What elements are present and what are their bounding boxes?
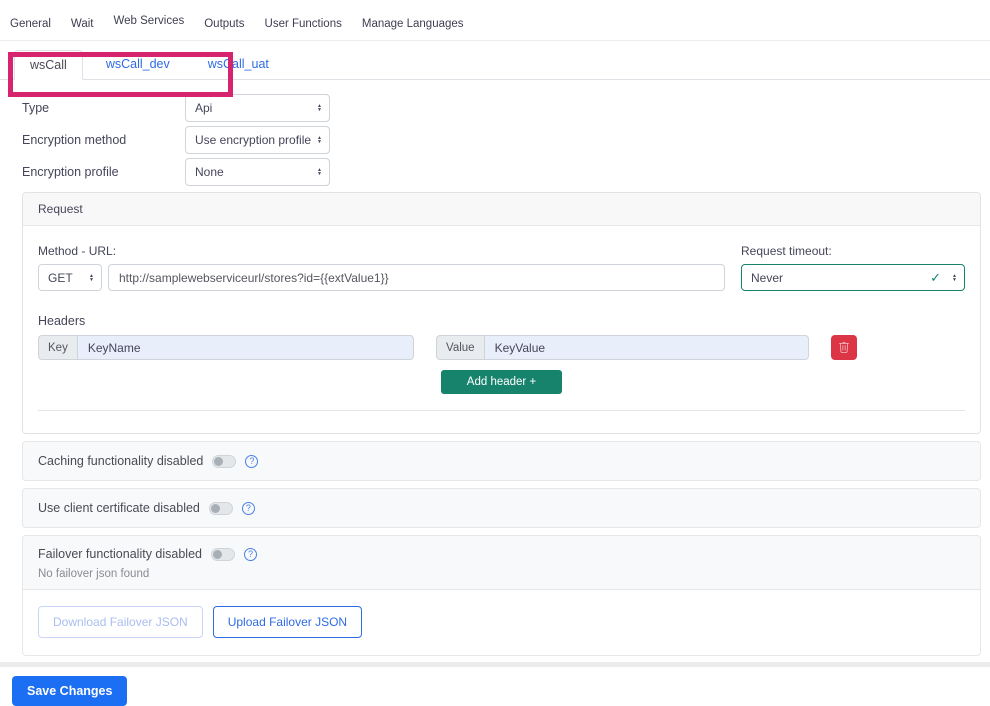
help-icon[interactable]: ?	[242, 502, 255, 515]
encryption-profile-label: Encryption profile	[22, 165, 185, 179]
tab-wscall-uat[interactable]: wsCall_uat	[193, 50, 284, 80]
method-url-row: GET ▲▼ Never ✓ ▲▼	[38, 264, 965, 291]
request-panel: Request Method - URL: Request timeout: G…	[22, 192, 981, 434]
request-timeout-select[interactable]: Never ✓ ▲▼	[741, 264, 965, 291]
header-row: Key Value	[38, 335, 965, 360]
help-icon[interactable]: ?	[245, 455, 258, 468]
header-key-input[interactable]	[77, 335, 414, 360]
encryption-method-select[interactable]: Use encryption profile ▲▼	[185, 126, 330, 154]
checkmark-icon: ✓	[930, 270, 941, 286]
type-select-value: Api	[195, 101, 313, 115]
add-header-button[interactable]: Add header +	[441, 370, 562, 394]
method-select[interactable]: GET ▲▼	[38, 264, 102, 291]
request-timeout-select-value: Never	[751, 271, 930, 285]
headers-section-label: Headers	[38, 314, 965, 328]
request-timeout-label: Request timeout:	[741, 244, 965, 258]
nav-item-outputs[interactable]: Outputs	[204, 18, 244, 40]
top-navigation: General Wait Web Services Outputs User F…	[0, 0, 990, 41]
header-value-group: Value	[436, 335, 809, 360]
help-icon[interactable]: ?	[244, 548, 257, 561]
encryption-profile-select-value: None	[195, 165, 313, 179]
caching-toggle[interactable]	[212, 455, 236, 468]
failover-status-text: No failover json found	[38, 568, 965, 580]
nav-item-manage-languages[interactable]: Manage Languages	[362, 18, 464, 40]
encryption-profile-select[interactable]: None ▲▼	[185, 158, 330, 186]
header-value-input[interactable]	[484, 335, 809, 360]
failover-label: Failover functionality disabled	[38, 547, 202, 561]
nav-item-user-functions[interactable]: User Functions	[265, 18, 342, 40]
request-panel-divider	[38, 410, 965, 411]
tabs-area: wsCall wsCall_dev wsCall_uat	[0, 50, 990, 80]
encryption-method-label: Encryption method	[22, 133, 185, 147]
save-changes-button[interactable]: Save Changes	[12, 676, 127, 706]
nav-item-wait[interactable]: Wait	[71, 18, 94, 40]
toggle-knob	[211, 504, 220, 513]
select-arrows-icon: ▲▼	[952, 274, 957, 282]
client-certificate-label: Use client certificate disabled	[38, 501, 200, 515]
type-select[interactable]: Api ▲▼	[185, 94, 330, 122]
select-arrows-icon: ▲▼	[317, 104, 322, 112]
method-url-labels: Method - URL: Request timeout:	[38, 244, 965, 258]
method-select-value: GET	[48, 271, 85, 285]
select-arrows-icon: ▲▼	[89, 274, 94, 282]
encryption-profile-row: Encryption profile None ▲▼	[22, 157, 981, 187]
type-label: Type	[22, 101, 185, 115]
encryption-method-row: Encryption method Use encryption profile…	[22, 125, 981, 155]
client-certificate-toggle[interactable]	[209, 502, 233, 515]
nav-item-general[interactable]: General	[10, 18, 51, 40]
caching-panel: Caching functionality disabled ?	[22, 441, 981, 481]
toggle-knob	[214, 457, 223, 466]
failover-toggle-row: Failover functionality disabled ?	[38, 547, 965, 561]
url-input[interactable]	[108, 264, 725, 291]
tab-wscall[interactable]: wsCall	[14, 50, 83, 80]
failover-panel: Failover functionality disabled ? No fai…	[22, 535, 981, 656]
trash-icon	[838, 341, 850, 354]
ws-call-tabs: wsCall wsCall_dev wsCall_uat	[0, 50, 990, 80]
download-failover-json-button[interactable]: Download Failover JSON	[38, 606, 203, 638]
request-panel-body: Method - URL: Request timeout: GET ▲▼ Ne…	[23, 226, 980, 433]
header-value-label: Value	[436, 335, 484, 360]
failover-toggle[interactable]	[211, 548, 235, 561]
encryption-method-select-value: Use encryption profile	[195, 133, 313, 147]
upload-failover-json-button[interactable]: Upload Failover JSON	[213, 606, 362, 638]
failover-header: Failover functionality disabled ? No fai…	[23, 536, 980, 590]
delete-header-button[interactable]	[831, 335, 857, 360]
tab-wscall-dev[interactable]: wsCall_dev	[91, 50, 185, 80]
request-panel-title: Request	[23, 193, 980, 226]
scroll-divider	[0, 662, 990, 667]
type-row: Type Api ▲▼	[22, 93, 981, 123]
select-arrows-icon: ▲▼	[317, 168, 322, 176]
main-content: Type Api ▲▼ Encryption method Use encryp…	[22, 93, 981, 656]
header-key-group: Key	[38, 335, 414, 360]
caching-label: Caching functionality disabled	[38, 454, 203, 468]
nav-item-web-services[interactable]: Web Services	[114, 15, 185, 40]
header-key-label: Key	[38, 335, 77, 360]
client-certificate-panel: Use client certificate disabled ?	[22, 488, 981, 528]
add-header-wrap: Add header +	[38, 370, 965, 394]
method-url-label: Method - URL:	[38, 244, 741, 258]
failover-body: Download Failover JSON Upload Failover J…	[23, 590, 980, 655]
select-arrows-icon: ▲▼	[317, 136, 322, 144]
toggle-knob	[213, 550, 222, 559]
